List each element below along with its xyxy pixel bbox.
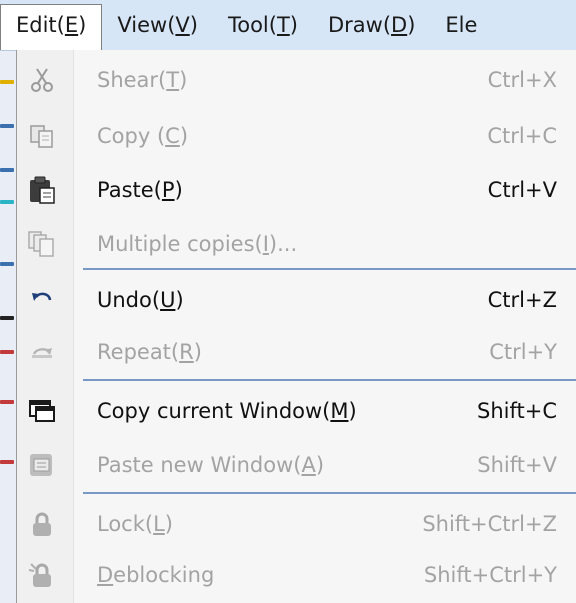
menu-item-repeat[interactable]: Repeat(R) Ctrl+Y bbox=[17, 324, 576, 380]
app-background-strip bbox=[0, 50, 16, 603]
menubar-draw-label: Draw( bbox=[327, 13, 392, 37]
menu-item-label: Multiple copies(I)... bbox=[97, 232, 298, 256]
menu-item-shortcut: Ctrl+Z bbox=[487, 288, 557, 312]
menu-item-label: Paste new Window(A) bbox=[97, 453, 325, 477]
menubar-edit[interactable]: Edit(E) bbox=[0, 3, 103, 50]
unlock-icon bbox=[26, 559, 58, 591]
menu-item-shortcut: Ctrl+X bbox=[487, 68, 557, 92]
menu-item-label: Lock(L) bbox=[97, 512, 173, 536]
multi-copy-icon bbox=[26, 228, 58, 260]
redo-icon bbox=[26, 336, 58, 368]
copy-window-icon bbox=[26, 395, 58, 427]
menubar-edit-label: Edit( bbox=[16, 12, 65, 37]
menu-item-label: Copy current Window(M) bbox=[97, 399, 357, 423]
menubar-draw[interactable]: Draw(D) bbox=[313, 3, 430, 47]
menubar-view-accel: V bbox=[175, 13, 190, 37]
menu-separator bbox=[83, 379, 576, 381]
menubar-tool-accel: T bbox=[276, 13, 290, 37]
menu-item-shortcut: Ctrl+V bbox=[487, 178, 557, 202]
menubar-element-label: Ele bbox=[445, 13, 478, 37]
edit-dropdown-menu: Shear(T) Ctrl+X Copy (C) Ctrl+C Paste(P)… bbox=[16, 50, 576, 603]
menu-item-shortcut: Shift+C bbox=[477, 399, 557, 423]
menubar-edit-accel: E bbox=[64, 12, 79, 37]
menu-item-paste-new-window[interactable]: Paste new Window(A) Shift+V bbox=[17, 437, 576, 493]
menu-item-label: Copy (C) bbox=[97, 124, 189, 148]
menu-item-undo[interactable]: Undo(U) Ctrl+Z bbox=[17, 272, 576, 328]
menu-item-lock[interactable]: Lock(L) Shift+Ctrl+Z bbox=[17, 496, 576, 552]
menu-item-paste[interactable]: Paste(P) Ctrl+V bbox=[17, 162, 576, 218]
menu-item-label: Undo(U) bbox=[97, 288, 184, 312]
menu-item-shortcut: Shift+Ctrl+Z bbox=[422, 512, 557, 536]
menu-item-label: Repeat(R) bbox=[97, 340, 202, 364]
menubar-edit-tail: ) bbox=[78, 12, 87, 37]
menubar-draw-tail: ) bbox=[407, 13, 416, 37]
menubar-tool[interactable]: Tool(T) bbox=[213, 3, 313, 47]
lock-icon bbox=[26, 508, 58, 540]
menubar-view[interactable]: View(V) bbox=[102, 3, 213, 47]
menubar-tool-label: Tool( bbox=[227, 13, 277, 37]
menu-item-shear[interactable]: Shear(T) Ctrl+X bbox=[17, 52, 576, 108]
menu-item-deblocking[interactable]: Deblocking Shift+Ctrl+Y bbox=[17, 547, 576, 603]
menubar-view-tail: ) bbox=[189, 13, 198, 37]
scissors-icon bbox=[26, 64, 58, 96]
menu-item-shortcut: Shift+Ctrl+Y bbox=[423, 563, 557, 587]
menubar-element[interactable]: Ele bbox=[430, 3, 492, 47]
menubar-draw-accel: D bbox=[391, 13, 408, 37]
copy-icon bbox=[26, 120, 58, 152]
menu-item-multiple-copies[interactable]: Multiple copies(I)... bbox=[17, 216, 576, 272]
menu-item-copy[interactable]: Copy (C) Ctrl+C bbox=[17, 108, 576, 164]
undo-icon bbox=[26, 284, 58, 316]
menu-item-label: Shear(T) bbox=[97, 68, 188, 92]
menubar-tool-tail: ) bbox=[289, 13, 298, 37]
menubar-view-label: View( bbox=[117, 13, 176, 37]
menu-separator bbox=[83, 268, 576, 270]
paste-window-icon bbox=[26, 449, 58, 481]
menu-item-shortcut: Ctrl+Y bbox=[489, 340, 557, 364]
menu-item-label: Deblocking bbox=[97, 563, 215, 587]
menu-item-label: Paste(P) bbox=[97, 178, 183, 202]
clipboard-icon bbox=[26, 174, 58, 206]
menu-separator bbox=[83, 492, 576, 494]
menu-bar: Edit(E) View(V) Tool(T) Draw(D) Ele bbox=[0, 0, 576, 51]
menu-item-copy-current-window[interactable]: Copy current Window(M) Shift+C bbox=[17, 383, 576, 439]
menu-item-shortcut: Shift+V bbox=[477, 453, 557, 477]
menu-item-shortcut: Ctrl+C bbox=[487, 124, 557, 148]
